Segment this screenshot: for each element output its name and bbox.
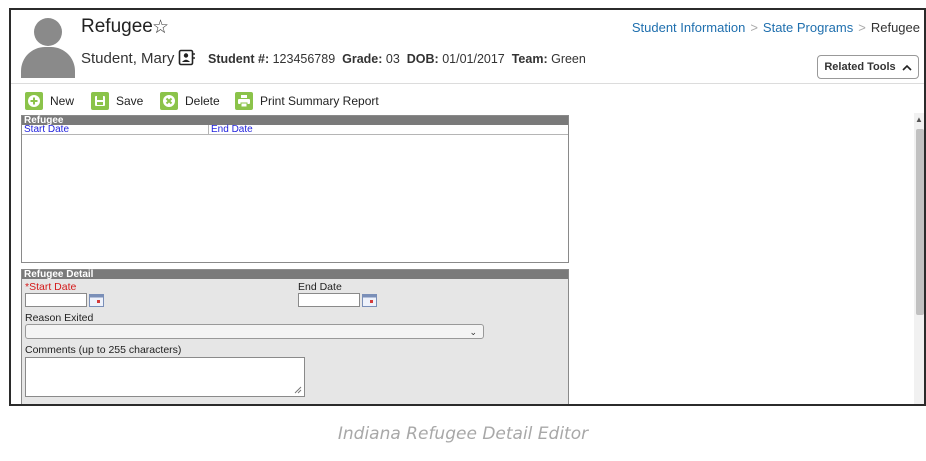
chevron-down-icon: ⌄ <box>469 327 477 337</box>
print-summary-report-button[interactable]: Print Summary Report <box>235 90 379 112</box>
calendar-icon[interactable] <box>362 294 377 307</box>
delete-button[interactable]: Delete <box>160 90 220 112</box>
image-caption: Indiana Refugee Detail Editor <box>337 424 589 444</box>
delete-icon <box>160 92 178 110</box>
avatar <box>21 16 75 78</box>
refugee-list-panel: Refugee Start Date End Date <box>21 115 569 263</box>
save-label: Save <box>116 94 144 108</box>
print-icon <box>235 92 253 110</box>
related-tools-label: Related Tools <box>824 61 896 73</box>
scroll-up-icon[interactable]: ▲ <box>915 115 923 124</box>
comments-textarea[interactable] <box>25 357 305 397</box>
breadcrumb-current: Refugee <box>870 20 920 35</box>
end-date-field[interactable] <box>298 293 360 307</box>
refugee-list-title: Refugee <box>22 116 568 126</box>
save-button[interactable]: Save <box>91 90 143 112</box>
student-num: 123456789 <box>272 52 336 66</box>
column-end-date[interactable]: End Date <box>208 125 253 135</box>
grade-value: 03 <box>385 52 400 66</box>
page-title: Refugee <box>81 16 153 37</box>
breadcrumb-separator: > <box>858 20 866 35</box>
comments-label: Comments (up to 255 characters) <box>25 344 182 356</box>
dob-value: 01/01/2017 <box>442 52 505 66</box>
end-date-label: End Date <box>298 281 342 293</box>
breadcrumb: Student Information > State Programs > Refug… <box>632 20 920 35</box>
team-value: Green <box>551 52 586 66</box>
start-date-field[interactable] <box>25 293 87 307</box>
student-info: Student #: 123456789 Grade: 03 DOB: 01/0… <box>208 52 586 66</box>
page-header: Refugee ☆ Student, Mary Student #: 12345… <box>11 10 924 84</box>
plus-icon <box>25 92 43 110</box>
save-icon <box>91 92 109 110</box>
refugee-detail-title: Refugee Detail <box>22 270 568 280</box>
related-tools-button[interactable]: Related Tools <box>817 55 919 79</box>
refugee-detail-panel: Refugee Detail *Start Date End Date Reas… <box>21 269 569 404</box>
column-start-date[interactable]: Start Date <box>24 125 69 135</box>
student-num-label: Student #: <box>208 52 270 66</box>
grade-label: Grade: <box>342 52 383 66</box>
calendar-icon[interactable] <box>89 294 104 307</box>
refugee-list-header: Start Date End Date <box>22 125 568 135</box>
breadcrumb-state-programs[interactable]: State Programs <box>763 20 853 35</box>
team-label: Team: <box>511 52 548 66</box>
start-date-label: *Start Date <box>25 281 77 293</box>
scrollbar-thumb[interactable] <box>916 129 924 315</box>
delete-label: Delete <box>185 94 220 108</box>
vertical-scrollbar[interactable]: ▲ <box>914 113 924 404</box>
student-name: Student, Mary <box>81 50 175 67</box>
print-summary-report-label: Print Summary Report <box>260 94 379 108</box>
breadcrumb-student-information[interactable]: Student Information <box>632 20 745 35</box>
new-label: New <box>50 94 75 108</box>
reason-exited-select[interactable]: ⌄ <box>25 324 484 339</box>
new-button[interactable]: New <box>25 90 74 112</box>
chevron-up-icon <box>902 64 912 71</box>
app-frame: Refugee ☆ Student, Mary Student #: 12345… <box>9 8 926 406</box>
toolbar: New Save Delete Print Summary Report <box>11 90 611 112</box>
reason-exited-label: Reason Exited <box>25 312 94 324</box>
resize-grip-icon[interactable] <box>293 385 302 394</box>
contact-card-icon[interactable] <box>178 49 195 66</box>
star-icon[interactable]: ☆ <box>152 16 169 39</box>
dob-label: DOB: <box>406 52 439 66</box>
breadcrumb-separator: > <box>750 20 758 35</box>
